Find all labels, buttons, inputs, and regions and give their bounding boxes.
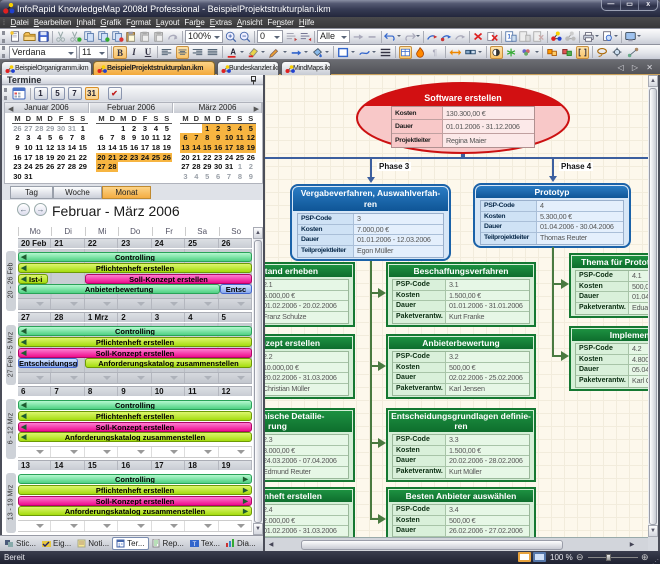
svg-text:¶: ¶: [433, 47, 438, 57]
svg-text:Software erstellen: Software erstellen: [424, 93, 502, 103]
svg-text:T: T: [193, 542, 197, 548]
svg-text:A: A: [230, 47, 236, 56]
